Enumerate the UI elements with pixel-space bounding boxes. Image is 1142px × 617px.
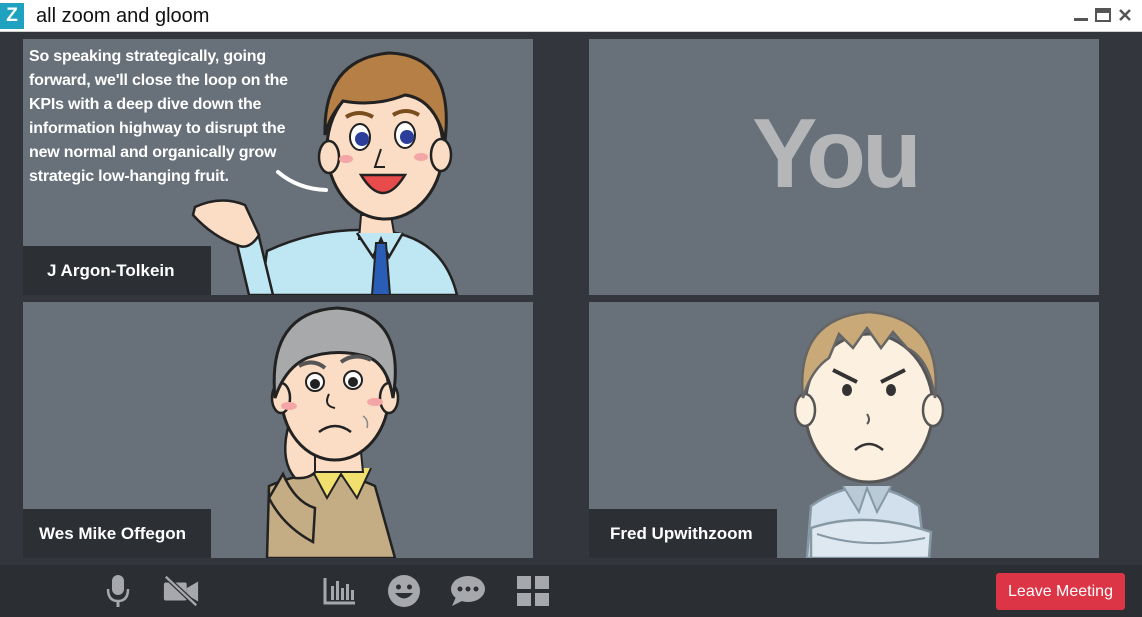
emoji-icon[interactable]	[385, 573, 423, 609]
participant-name: J Argon-Tolkein	[47, 260, 175, 280]
video-grid: So speaking strategically, going forward…	[0, 32, 1142, 565]
window-title: all zoom and gloom	[36, 5, 210, 27]
maximize-icon[interactable]	[1094, 6, 1112, 24]
self-view-label: You	[752, 98, 922, 208]
window-controls	[1072, 6, 1134, 24]
leave-meeting-button[interactable]: Leave Meeting	[996, 573, 1125, 610]
grid-view-icon[interactable]	[514, 573, 552, 609]
participant-name-label: Fred Upwithzoom	[589, 509, 777, 558]
minimize-icon[interactable]	[1072, 6, 1090, 24]
participant-name: Wes Mike Offegon	[39, 523, 187, 543]
stats-icon[interactable]	[321, 573, 359, 609]
camera-off-icon[interactable]	[162, 573, 200, 609]
microphone-icon[interactable]	[99, 573, 137, 609]
participant-name: Fred Upwithzoom	[610, 523, 753, 543]
participant-tile-wes-mike-offegon[interactable]: Wes Mike Offegon	[23, 302, 533, 558]
close-icon[interactable]	[1116, 6, 1134, 24]
participant-name-label: Wes Mike Offegon	[23, 509, 211, 558]
self-view-tile[interactable]: You	[589, 39, 1099, 295]
participant-tile-fred-upwithzoom[interactable]: Fred Upwithzoom	[589, 302, 1099, 558]
title-bar: Z all zoom and gloom	[0, 0, 1142, 32]
speech-caption: So speaking strategically, going forward…	[29, 48, 288, 185]
participant-name-label: J Argon-Tolkein	[23, 246, 211, 295]
app-logo: Z	[0, 3, 24, 29]
meeting-toolbar: Leave Meeting	[0, 565, 1142, 617]
chat-icon[interactable]	[449, 573, 487, 609]
participant-tile-j-argon-tolkein[interactable]: So speaking strategically, going forward…	[23, 39, 533, 295]
